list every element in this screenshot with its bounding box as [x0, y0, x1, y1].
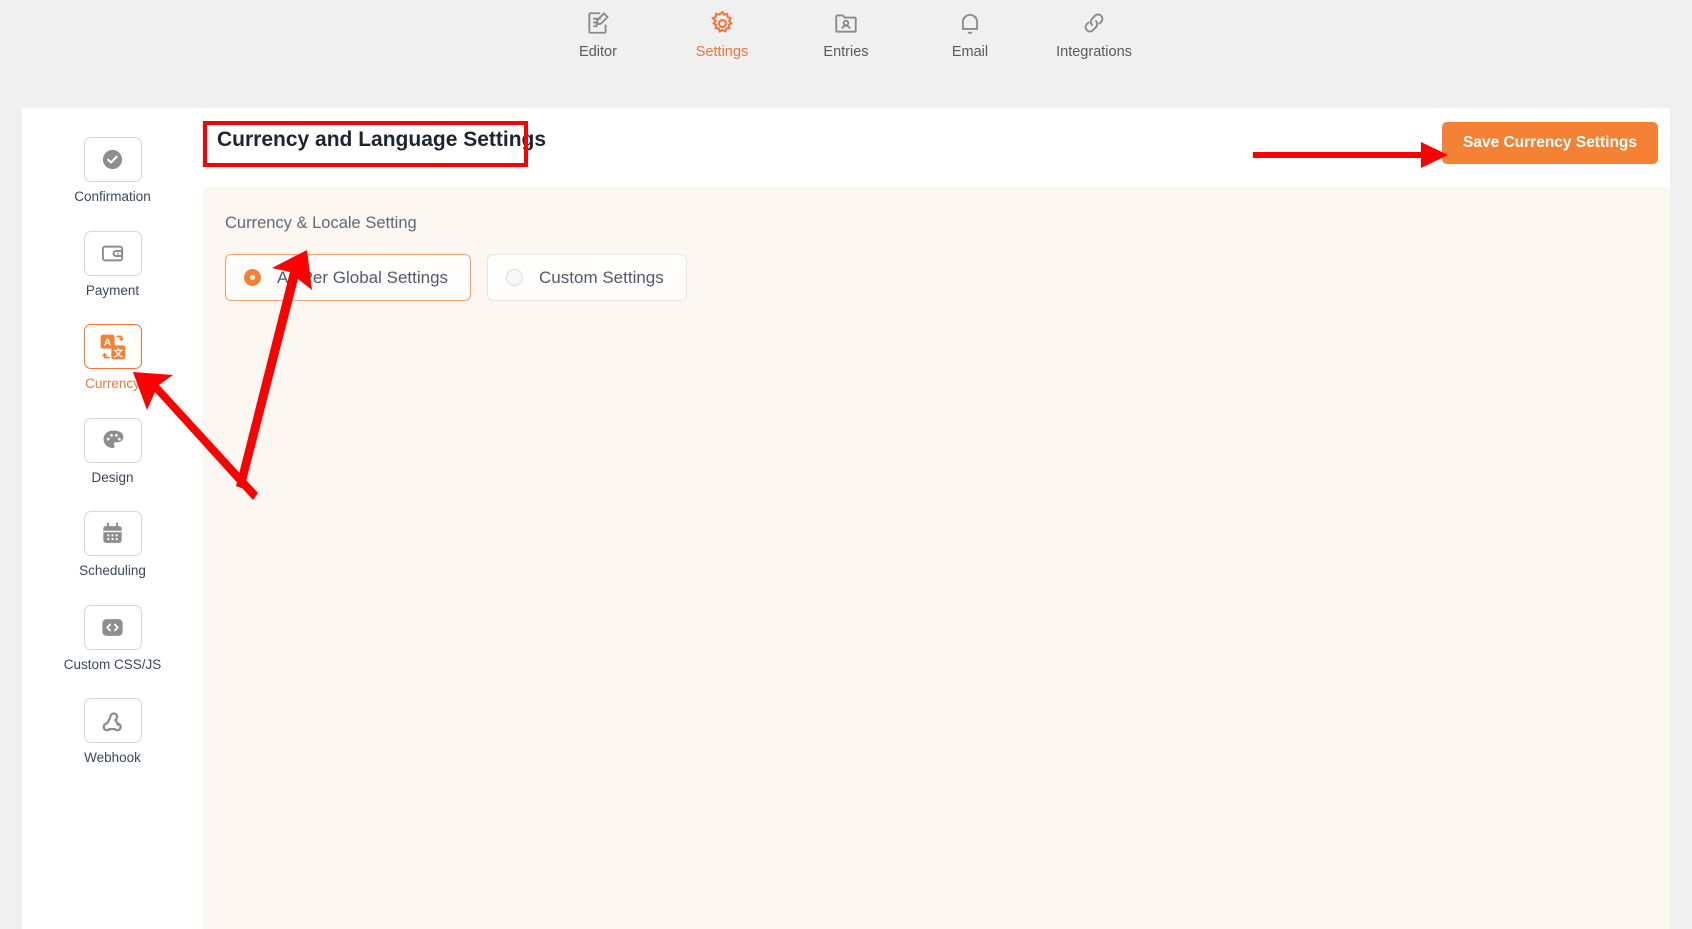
currency-settings-panel: Currency & Locale Setting As Per Global … [203, 187, 1670, 929]
calendar-icon [83, 511, 142, 556]
nav-item-entries[interactable]: Entries [803, 8, 889, 60]
top-navigation: Editor Settings Entries Email Integratio… [0, 0, 1692, 108]
top-nav-items: Editor Settings Entries Email Integratio… [555, 0, 1137, 60]
editor-icon [583, 8, 613, 38]
nav-item-label: Integrations [1056, 44, 1132, 60]
sidebar-item-label: Payment [85, 282, 140, 298]
nav-item-label: Entries [823, 44, 869, 60]
webhook-icon [83, 698, 142, 743]
sidebar-item-scheduling[interactable]: Scheduling [22, 511, 203, 578]
nav-item-email[interactable]: Email [927, 8, 1013, 60]
nav-item-editor[interactable]: Editor [555, 8, 641, 60]
sidebar-item-webhook[interactable]: Webhook [22, 698, 203, 765]
currency-locale-radio-group: As Per Global Settings Custom Settings [225, 253, 1670, 301]
radio-option-label: As Per Global Settings [277, 267, 449, 287]
sidebar-item-confirmation[interactable]: Confirmation [22, 137, 203, 204]
bell-icon [955, 8, 985, 38]
radio-option-custom-settings[interactable]: Custom Settings [487, 253, 687, 301]
content-header: Currency and Language Settings Save Curr… [203, 108, 1670, 187]
radio-option-label: Custom Settings [539, 267, 664, 287]
app-root: Editor Settings Entries Email Integratio… [0, 0, 1692, 929]
save-currency-settings-button[interactable]: Save Currency Settings [1441, 122, 1658, 164]
settings-content: Currency and Language Settings Save Curr… [203, 108, 1670, 929]
link-icon [1079, 8, 1109, 38]
gear-icon [707, 8, 737, 38]
check-circle-icon [83, 137, 142, 182]
sidebar-item-custom-css-js[interactable]: Custom CSS/JS [22, 604, 203, 672]
sidebar-item-design[interactable]: Design [22, 417, 203, 485]
settings-sidebar: Confirmation Payment A 文 Currency Design… [22, 108, 203, 929]
radio-selected-icon[interactable] [244, 268, 261, 286]
svg-text:文: 文 [113, 346, 123, 359]
sidebar-item-label: Confirmation [74, 189, 151, 204]
nav-item-integrations[interactable]: Integrations [1051, 8, 1137, 60]
sidebar-item-label: Custom CSS/JS [63, 656, 162, 672]
sidebar-item-label: Currency [85, 376, 140, 391]
sidebar-item-label: Webhook [84, 750, 141, 765]
nav-item-label: Editor [579, 44, 617, 60]
sidebar-item-payment[interactable]: Payment [22, 230, 203, 298]
svg-text:A: A [103, 337, 111, 348]
sidebar-item-label: Scheduling [79, 563, 146, 578]
entries-icon [831, 8, 861, 38]
wallet-icon [83, 230, 142, 276]
nav-item-label: Settings [695, 44, 749, 60]
sidebar-item-label: Design [91, 469, 134, 485]
sidebar-item-currency[interactable]: A 文 Currency [22, 324, 203, 391]
radio-unselected-icon[interactable] [506, 268, 524, 286]
palette-icon [83, 417, 142, 463]
code-icon [83, 604, 142, 650]
nav-item-settings[interactable]: Settings [679, 8, 765, 60]
page-title: Currency and Language Settings [217, 128, 547, 151]
translate-icon: A 文 [83, 324, 142, 369]
radio-option-as-per-global-settings[interactable]: As Per Global Settings [225, 253, 472, 301]
nav-item-label: Email [951, 44, 989, 60]
main-card: Confirmation Payment A 文 Currency Design… [22, 108, 1670, 929]
section-label: Currency & Locale Setting [225, 214, 417, 232]
